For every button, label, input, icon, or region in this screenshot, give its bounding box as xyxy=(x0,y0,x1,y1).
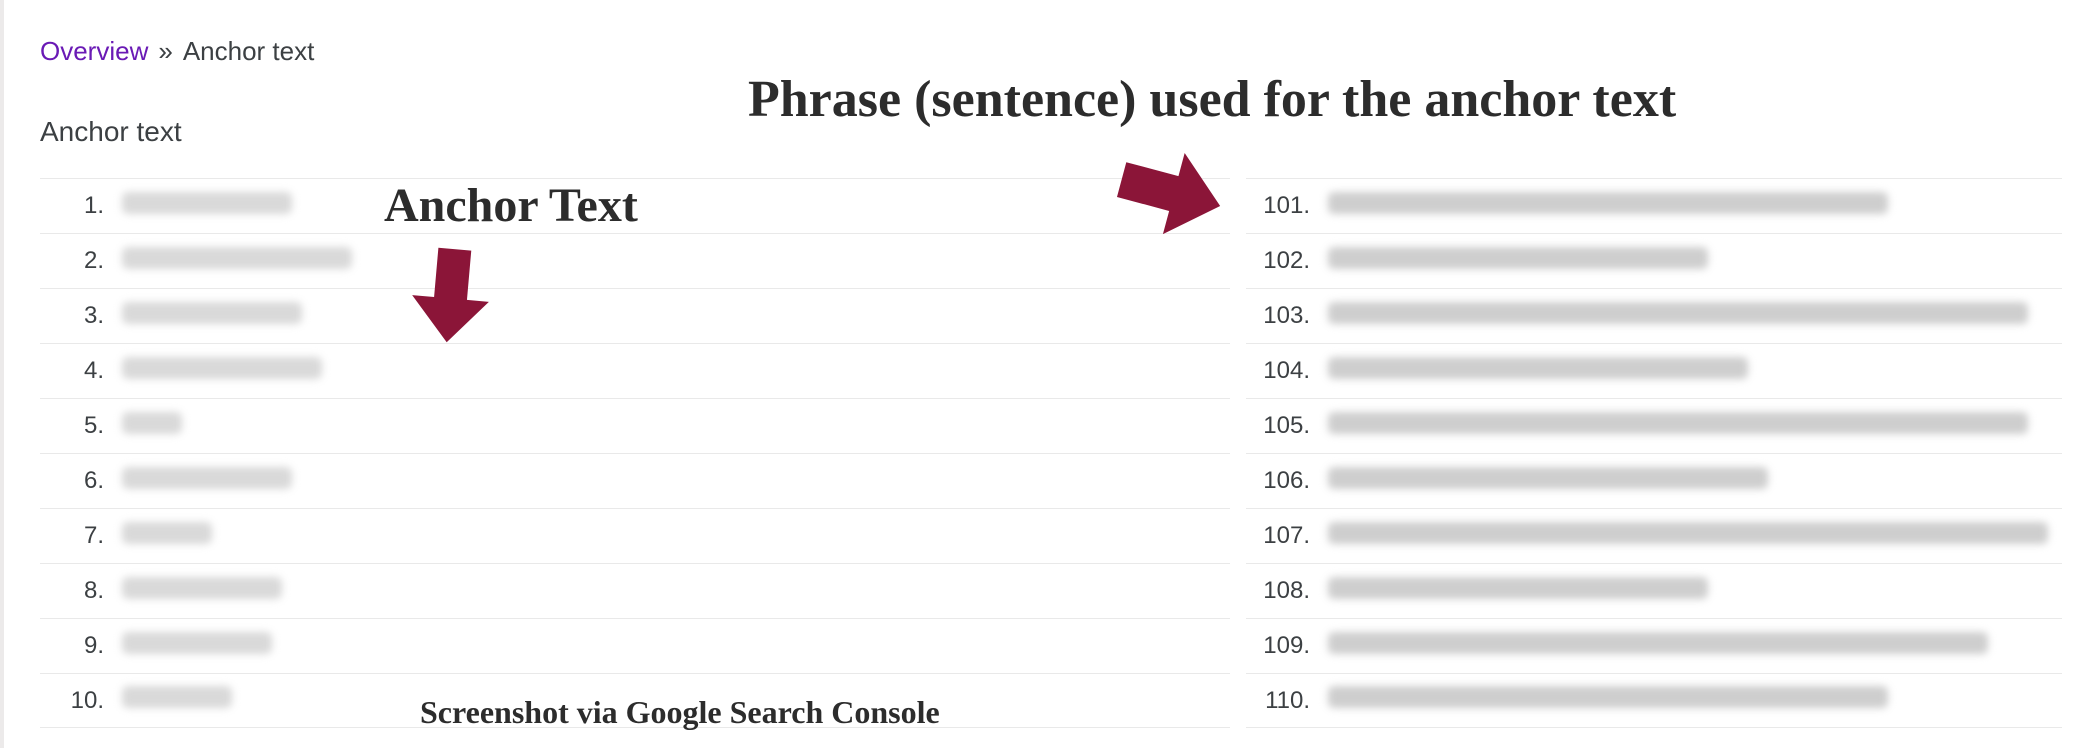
row-number: 1. xyxy=(40,192,110,220)
page-title: Anchor text xyxy=(40,116,182,148)
table-row: 8. xyxy=(40,563,1230,618)
redacted-text xyxy=(122,632,272,654)
table-row: 6. xyxy=(40,453,1230,508)
row-number: 2. xyxy=(40,247,110,275)
row-content[interactable] xyxy=(110,357,1230,386)
table-row: 5. xyxy=(40,398,1230,453)
breadcrumb-separator: » xyxy=(158,36,172,67)
table-row: 3. xyxy=(40,288,1230,343)
redacted-text xyxy=(1328,412,2028,434)
row-content[interactable] xyxy=(110,192,1230,221)
table-row: 7. xyxy=(40,508,1230,563)
redacted-text xyxy=(122,357,322,379)
breadcrumb-overview-link[interactable]: Overview xyxy=(40,36,148,67)
table-row: 102. xyxy=(1246,233,2062,288)
table-row: 105. xyxy=(1246,398,2062,453)
row-content[interactable] xyxy=(1316,247,2062,276)
redacted-text xyxy=(1328,467,1768,489)
redacted-text xyxy=(122,467,292,489)
table-row: 101. xyxy=(1246,178,2062,233)
table-row: 110. xyxy=(1246,673,2062,728)
row-content[interactable] xyxy=(1316,577,2062,606)
row-number: 102. xyxy=(1246,247,1316,275)
table-row: 2. xyxy=(40,233,1230,288)
row-content[interactable] xyxy=(110,522,1230,551)
annotation-caption: Screenshot via Google Search Console xyxy=(420,694,940,731)
row-content[interactable] xyxy=(110,632,1230,661)
table-row: 109. xyxy=(1246,618,2062,673)
redacted-text xyxy=(122,686,232,708)
redacted-text xyxy=(1328,357,1748,379)
row-number: 104. xyxy=(1246,357,1316,385)
row-number: 101. xyxy=(1246,192,1316,220)
anchor-text-list-right: 101. 102. 103. 104. 105. 106. 107. 108. 109. 110. xyxy=(1246,178,2062,728)
row-content[interactable] xyxy=(110,247,1230,276)
redacted-text xyxy=(1328,302,2028,324)
row-content[interactable] xyxy=(1316,632,2062,661)
row-content[interactable] xyxy=(1316,522,2062,551)
row-content[interactable] xyxy=(110,412,1230,441)
row-content[interactable] xyxy=(110,467,1230,496)
table-row: 107. xyxy=(1246,508,2062,563)
row-content[interactable] xyxy=(1316,192,2062,221)
redacted-text xyxy=(1328,632,1988,654)
redacted-text xyxy=(122,522,212,544)
redacted-text xyxy=(1328,247,1708,269)
redacted-text xyxy=(122,247,352,269)
row-number: 7. xyxy=(40,522,110,550)
redacted-text xyxy=(122,577,282,599)
redacted-text xyxy=(1328,192,1888,214)
anchor-text-list-left: 1. 2. 3. 4. 5. 6. 7. 8. 9. 10. xyxy=(40,178,1230,728)
row-number: 105. xyxy=(1246,412,1316,440)
redacted-text xyxy=(1328,686,1888,708)
row-number: 8. xyxy=(40,577,110,605)
row-content[interactable] xyxy=(1316,357,2062,386)
row-content[interactable] xyxy=(110,302,1230,331)
annotation-anchor-label: Anchor Text xyxy=(384,178,638,233)
redacted-text xyxy=(1328,577,1708,599)
row-number: 109. xyxy=(1246,632,1316,660)
row-number: 9. xyxy=(40,632,110,660)
table-row: 104. xyxy=(1246,343,2062,398)
redacted-text xyxy=(122,192,292,214)
table-row: 4. xyxy=(40,343,1230,398)
row-number: 106. xyxy=(1246,467,1316,495)
arrow-left-icon xyxy=(391,233,510,352)
table-row: 103. xyxy=(1246,288,2062,343)
redacted-text xyxy=(1328,522,2048,544)
row-number: 10. xyxy=(40,687,110,715)
row-content[interactable] xyxy=(1316,467,2062,496)
row-content[interactable] xyxy=(1316,302,2062,331)
row-number: 103. xyxy=(1246,302,1316,330)
row-content[interactable] xyxy=(110,577,1230,606)
table-row: 108. xyxy=(1246,563,2062,618)
row-number: 108. xyxy=(1246,577,1316,605)
breadcrumb: Overview » Anchor text xyxy=(40,36,314,67)
row-content[interactable] xyxy=(1316,686,2062,715)
row-content[interactable] xyxy=(1316,412,2062,441)
annotation-phrase-label: Phrase (sentence) used for the anchor te… xyxy=(748,70,1676,129)
row-number: 6. xyxy=(40,467,110,495)
redacted-text xyxy=(122,412,182,434)
table-row: 9. xyxy=(40,618,1230,673)
breadcrumb-current: Anchor text xyxy=(183,36,315,67)
row-number: 5. xyxy=(40,412,110,440)
row-number: 3. xyxy=(40,302,110,330)
redacted-text xyxy=(122,302,302,324)
row-number: 107. xyxy=(1246,522,1316,550)
window-left-border xyxy=(0,0,4,748)
row-number: 110. xyxy=(1246,687,1316,715)
row-number: 4. xyxy=(40,357,110,385)
table-row: 106. xyxy=(1246,453,2062,508)
